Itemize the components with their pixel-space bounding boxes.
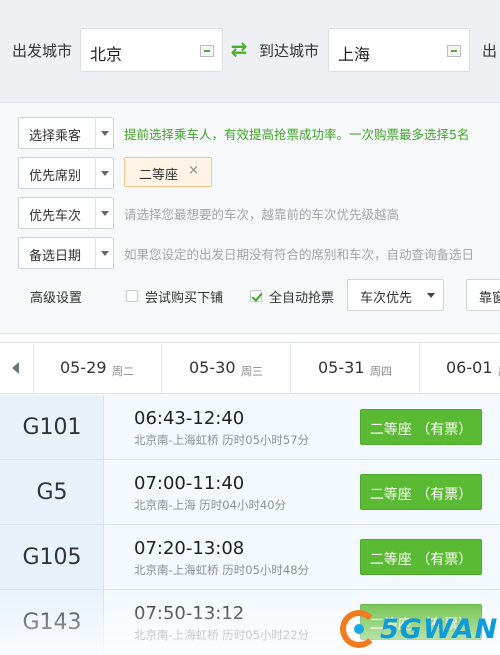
alternate-date-select-label: 备选日期 [29, 249, 82, 264]
auto-grab-checkbox[interactable] [250, 290, 262, 302]
date-tab-date: 05-29 [60, 358, 107, 377]
city-picker-icon[interactable] [200, 45, 214, 57]
train-route: 北京南-上海虹桥 历时05小时48分 [134, 563, 310, 577]
date-tab-date: 06-01 [446, 358, 493, 377]
swap-cities-icon[interactable]: ⇄ [228, 38, 250, 60]
date-tab[interactable]: 06-01 周 [420, 343, 500, 393]
seat-availability-label: 二等座 （有票） [369, 552, 473, 568]
train-time: 06:43-12:40 [134, 408, 245, 429]
train-priority-select[interactable]: 优先车次 [18, 197, 114, 229]
train-number-cell: G101 [0, 395, 104, 459]
window-seat-label: 靠窗 [479, 291, 500, 306]
to-city-input[interactable]: 上海 [328, 28, 470, 72]
previous-date-icon[interactable] [0, 343, 34, 393]
train-route: 北京南-上海 历时04小时40分 [134, 498, 287, 512]
seat-availability-button[interactable]: 二等座 （有票） [360, 409, 482, 445]
date-tab-weekday: 周二 [112, 365, 134, 378]
train-row[interactable]: G101 06:43-12:40 北京南-上海虹桥 历时05小时57分 二等座 … [0, 395, 500, 460]
train-number: G5 [36, 480, 68, 505]
watermark-logo: 5GWAN [340, 608, 500, 655]
passenger-select-label: 选择乘客 [29, 129, 82, 144]
train-number: G101 [22, 415, 82, 440]
train-row[interactable]: G105 07:20-13:08 北京南-上海虹桥 历时05小时48分 二等座 … [0, 525, 500, 590]
window-seat-dropdown[interactable]: 靠窗 [466, 279, 500, 311]
train-row[interactable]: G5 07:00-11:40 北京南-上海 历时04小时40分 二等座 （有票） [0, 460, 500, 525]
date-tab-weekday: 周四 [370, 365, 392, 378]
city-picker-icon[interactable] [447, 45, 461, 57]
chevron-down-icon [95, 238, 113, 268]
train-number: G105 [22, 545, 82, 570]
date-tab-weekday: 周三 [241, 365, 263, 378]
chevron-down-icon [95, 158, 113, 188]
date-tab-date: 05-30 [189, 358, 236, 377]
train-time: 07:50-13:12 [134, 603, 245, 624]
date-tab[interactable]: 05-31 周四 [291, 343, 420, 393]
watermark-text: 5GWAN [380, 614, 499, 645]
seat-class-select[interactable]: 优先席别 [18, 157, 114, 189]
passenger-hint: 提前选择乘车人，有效提高抢票成功率。一次购票最多选择5名 [124, 127, 470, 142]
from-city-input[interactable]: 北京 [80, 28, 223, 72]
train-route: 北京南-上海虹桥 历时05小时22分 [134, 628, 310, 642]
from-city-label: 出发城市 [12, 42, 73, 60]
seat-availability-button[interactable]: 二等座 （有票） [360, 474, 482, 510]
train-number-cell: G105 [0, 525, 104, 589]
train-priority-select-label: 优先车次 [29, 209, 82, 224]
alternate-date-select[interactable]: 备选日期 [18, 237, 114, 269]
seat-class-tag-label: 二等座 [139, 168, 179, 183]
close-icon[interactable]: × [188, 163, 199, 178]
seat-availability-label: 二等座 （有票） [369, 422, 473, 438]
auto-grab-label[interactable]: 全自动抢票 [269, 287, 334, 306]
train-number-cell: G5 [0, 460, 104, 524]
date-hint: 如果您设定的出发日期没有符合的席别和车次，自动查询备选日 [124, 247, 475, 262]
to-city-value: 上海 [338, 45, 371, 64]
date-strip: 05-29 周二 05-30 周三 05-31 周四 06-01 周 [0, 342, 500, 394]
train-number-cell: G143 [0, 590, 104, 654]
logo-dot-icon [354, 624, 364, 634]
train-time: 07:20-13:08 [134, 538, 245, 559]
chevron-down-icon [95, 198, 113, 228]
date-tab-date: 05-31 [318, 358, 365, 377]
seat-class-select-label: 优先席别 [29, 169, 82, 184]
from-city-value: 北京 [90, 45, 123, 64]
passenger-select[interactable]: 选择乘客 [18, 117, 114, 149]
seat-availability-label: 二等座 （有票） [369, 487, 473, 503]
date-label: 出 [482, 42, 498, 60]
to-city-label: 到达城市 [259, 42, 320, 60]
train-number: G143 [22, 610, 82, 635]
seat-class-tag: 二等座 × [124, 157, 212, 187]
lower-berth-checkbox[interactable] [126, 290, 138, 302]
train-route: 北京南-上海虹桥 历时05小时57分 [134, 433, 310, 447]
date-tab[interactable]: 05-30 周三 [162, 343, 291, 393]
train-time: 07:00-11:40 [134, 473, 245, 494]
seat-availability-button[interactable]: 二等座 （有票） [360, 539, 482, 575]
date-tab[interactable]: 05-29 周二 [34, 343, 162, 393]
priority-dropdown[interactable]: 车次优先 [347, 279, 444, 311]
city-search-bar: 出发城市 北京 ⇄ 到达城市 上海 出 [0, 0, 500, 102]
train-hint: 请选择您最想要的车次，越靠前的车次优先级越高 [124, 207, 400, 222]
priority-dropdown-label: 车次优先 [360, 291, 413, 306]
advanced-settings-label: 高级设置 [30, 291, 83, 306]
chevron-down-icon [95, 118, 113, 148]
lower-berth-label[interactable]: 尝试购买下铺 [145, 287, 223, 306]
caret-down-icon [427, 293, 435, 298]
